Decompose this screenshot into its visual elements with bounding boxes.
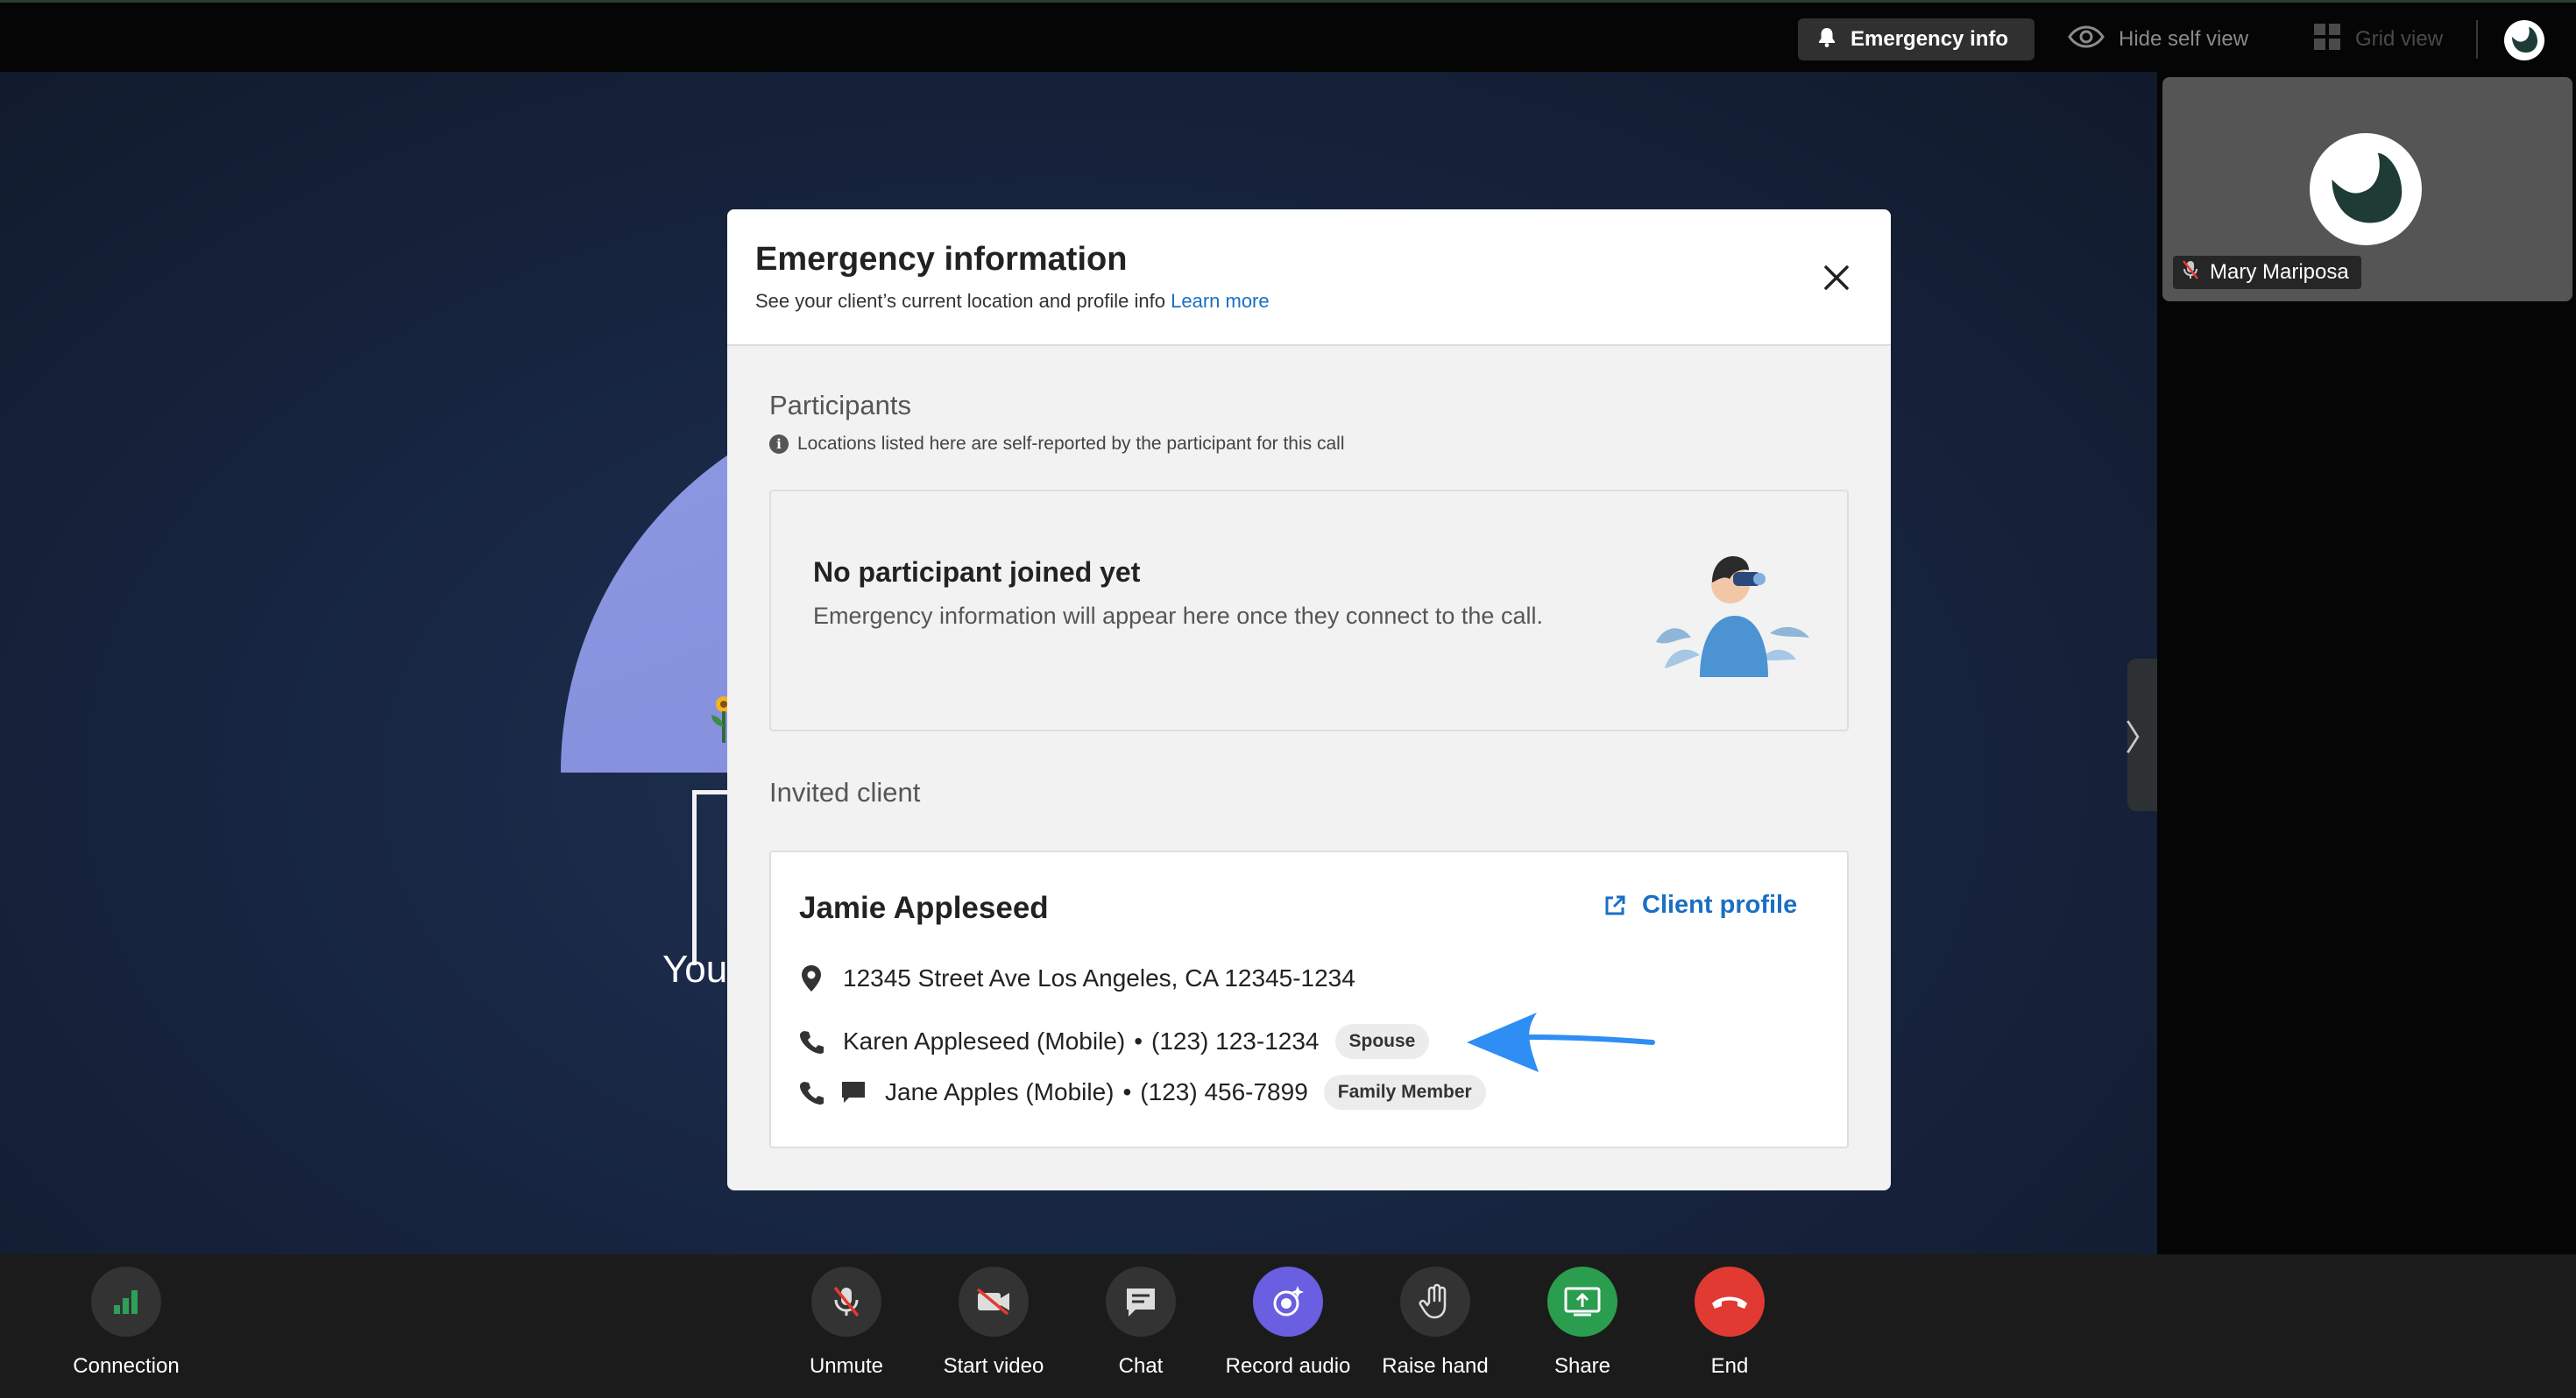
share-label: Share [1553,1354,1611,1378]
signal-bars-icon [91,1267,161,1337]
person-binoculars-illustration [1656,556,1809,677]
phone-icon [797,1078,825,1106]
hide-self-view-label: Hide self view [2119,27,2249,51]
separator-dot: • [1134,1027,1143,1055]
call-controls-bar: Connection Unmute Start video Chat Recor… [0,1254,2576,1398]
phone-icon [797,1027,825,1056]
info-icon: i [769,434,789,454]
self-name-tag: Mary Mariposa [2173,256,2361,289]
client-profile-label: Client profile [1642,891,1798,919]
contact-name: Karen Appleseed (Mobile) [843,1027,1126,1055]
end-call-icon [1695,1267,1765,1337]
connection-label: Connection [73,1354,180,1378]
hide-self-view-button[interactable]: Hide self view [2068,22,2248,57]
participants-heading: Participants [769,390,911,420]
video-off-icon [959,1267,1029,1337]
invited-client-heading: Invited client [769,777,921,808]
no-participant-body: Emergency information will appear here o… [813,603,1543,629]
unmute-label: Unmute [809,1354,884,1378]
raise-hand-label: Raise hand [1382,1354,1489,1378]
end-label: End [1710,1354,1749,1378]
end-call-button[interactable]: End [1633,1267,1826,1379]
relation-badge: Family Member [1323,1075,1486,1110]
share-screen-icon [1547,1267,1617,1337]
account-avatar[interactable] [2504,20,2544,60]
learn-more-link[interactable]: Learn more [1171,290,1270,312]
location-pin-icon [797,964,825,992]
bell-icon [1817,26,1836,53]
mic-off-icon [2182,259,2199,286]
dialog-subtitle: See your client’s current location and p… [755,290,1270,313]
self-view-tile[interactable]: Mary Mariposa [2162,77,2572,301]
chevron-right-icon: 〉 [2125,719,2157,758]
record-audio-label: Record audio [1225,1354,1351,1378]
topbar-divider [2476,20,2478,59]
chat-icon [1106,1267,1176,1337]
eye-icon [2068,25,2105,54]
close-icon[interactable] [1817,258,1856,297]
emergency-info-button[interactable]: Emergency info [1798,18,2035,60]
contact-row: Karen Appleseed (Mobile) • (123) 123-123… [797,1024,1430,1059]
relation-badge: Spouse [1334,1024,1430,1059]
external-link-icon [1605,895,1625,914]
connection-button[interactable]: Connection [30,1267,223,1379]
participants-note-text: Locations listed here are self-reported … [797,434,1345,454]
message-icon [839,1078,867,1106]
start-video-label: Start video [943,1354,1044,1378]
contact-phone: (123) 456-7899 [1140,1078,1308,1105]
grid-view-button[interactable]: Grid view [2313,22,2443,57]
waiting-message: You [662,948,728,991]
brand-logo-icon [2332,152,2403,223]
no-participant-card: No participant joined yet Emergency info… [769,490,1849,731]
annotation-arrow-icon [1467,1013,1655,1072]
top-bar: Emergency info Hide self view Grid view [0,0,2576,72]
contact-name: Jane Apples (Mobile) [885,1078,1115,1105]
grid-icon [2313,23,2341,57]
side-panel-toggle[interactable]: 〉 [2125,659,2157,811]
invited-client-card: Jamie Appleseed Client profile 12345 Str… [769,851,1849,1148]
contact-phone: (123) 123-1234 [1151,1027,1320,1055]
participants-note: i Locations listed here are self-reporte… [769,434,1345,455]
hand-icon [1400,1267,1470,1337]
brand-logo-icon [2512,27,2537,53]
mic-off-icon [811,1267,881,1337]
separator-dot: • [1122,1078,1132,1105]
chat-label: Chat [1118,1354,1164,1378]
dialog-header: Emergency information See your client’s … [727,209,1891,346]
grid-view-label: Grid view [2355,27,2444,51]
client-address: 12345 Street Ave Los Angeles, CA 12345-1… [843,964,1355,992]
emergency-info-dialog: Emergency information See your client’s … [727,209,1891,1190]
emergency-info-label: Emergency info [1851,27,2009,51]
dialog-title: Emergency information [755,241,1128,278]
self-name-label: Mary Mariposa [2210,260,2349,284]
no-participant-title: No participant joined yet [813,556,1141,588]
client-address-row: 12345 Street Ave Los Angeles, CA 12345-1… [797,964,1355,992]
record-audio-icon [1253,1267,1323,1337]
self-avatar [2310,133,2422,245]
client-profile-link[interactable]: Client profile [1603,891,1797,920]
client-name: Jamie Appleseed [799,891,1049,925]
dialog-subtitle-text: See your client’s current location and p… [755,290,1165,312]
contact-row: Jane Apples (Mobile) • (123) 456-7899 Fa… [797,1075,1486,1110]
